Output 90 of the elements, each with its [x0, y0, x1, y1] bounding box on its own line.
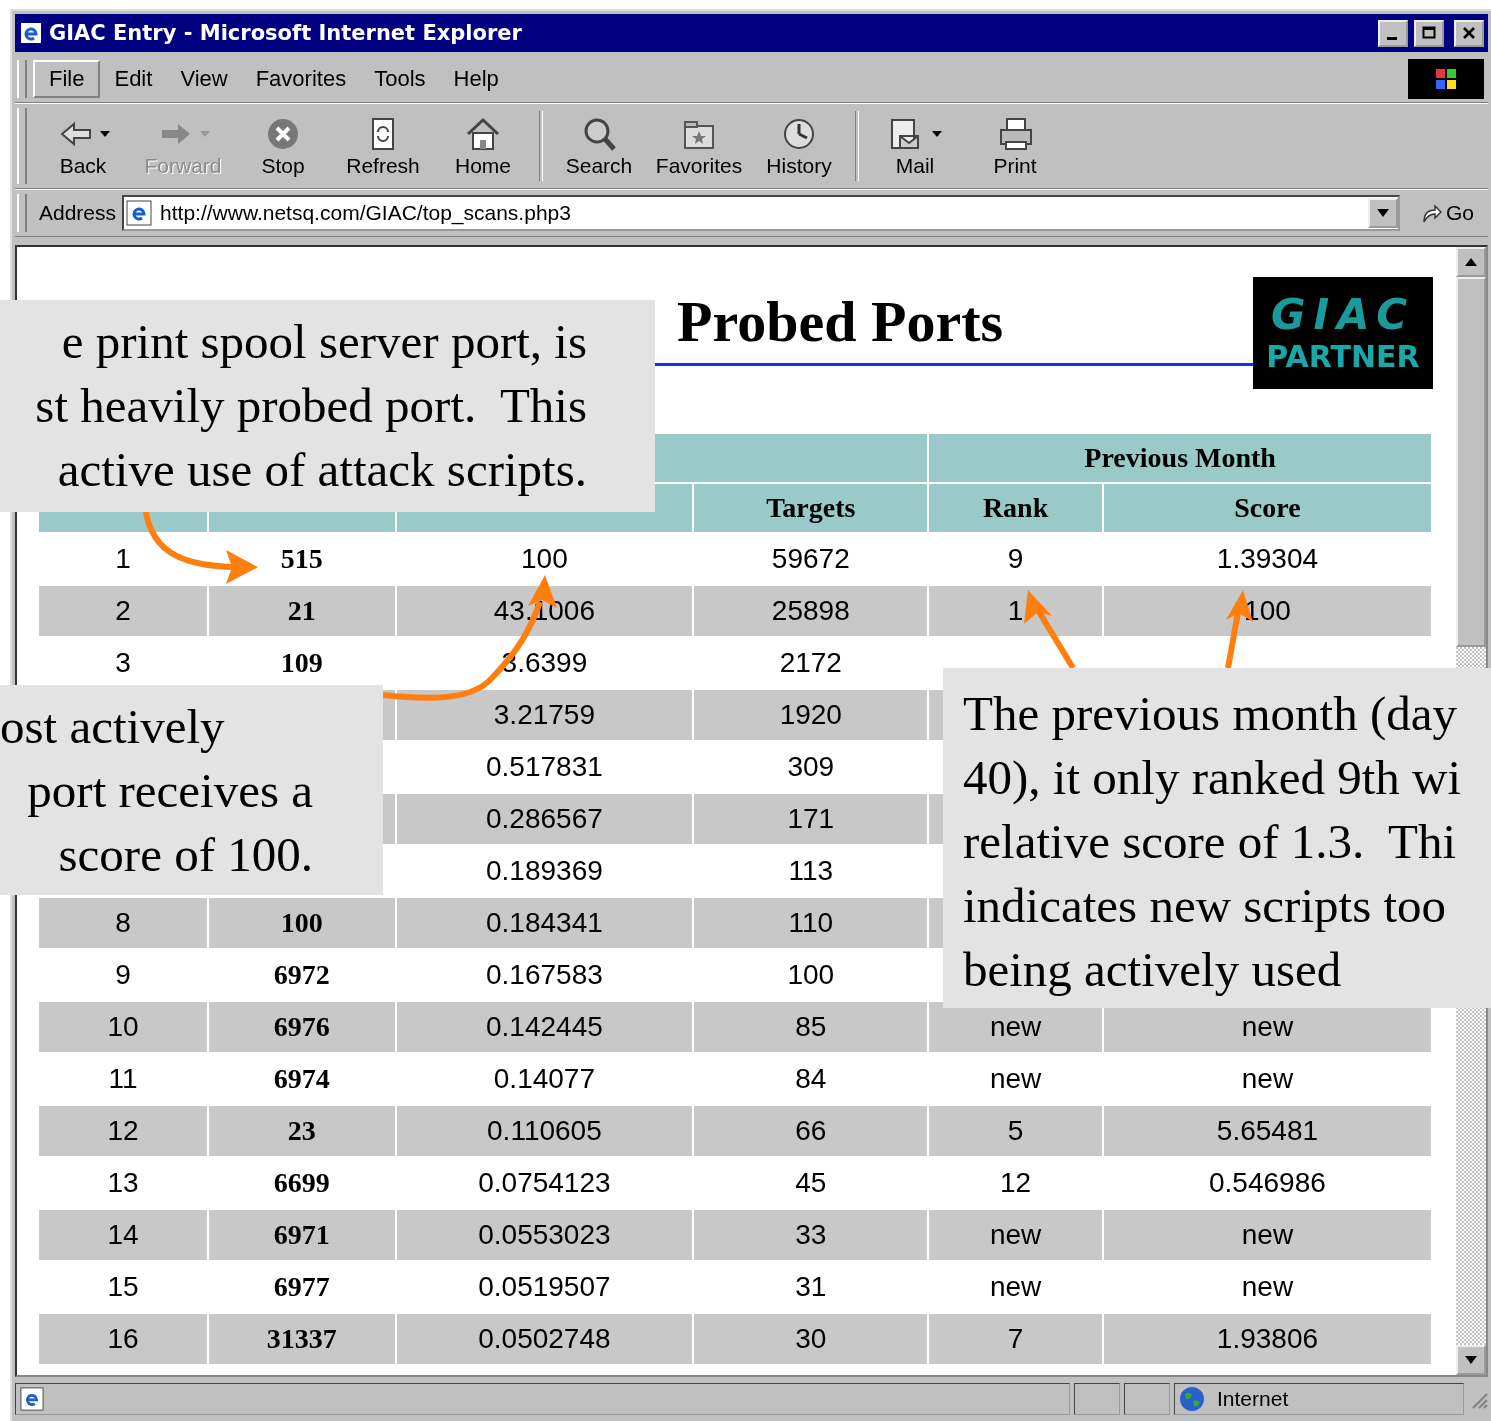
- page-icon: [126, 200, 153, 226]
- table-cell: 25898: [694, 586, 928, 636]
- status-pane: [1124, 1383, 1170, 1415]
- table-cell: 31337: [209, 1314, 395, 1364]
- table-cell: 0.286567: [396, 794, 693, 844]
- table-cell: 21: [209, 586, 395, 636]
- scroll-thumb[interactable]: [1456, 277, 1486, 647]
- arrow-icon: [1420, 202, 1442, 224]
- table-cell: 23: [209, 1106, 395, 1156]
- toolbar-grip[interactable]: [17, 60, 27, 98]
- table-cell: 0.110605: [396, 1106, 693, 1156]
- toolbar-grip[interactable]: [17, 194, 27, 232]
- toolbar-grip[interactable]: [17, 108, 27, 184]
- table-cell: 0.142445: [396, 1002, 693, 1052]
- page-title: Probed Ports: [677, 288, 1004, 356]
- table-cell: 14: [39, 1210, 208, 1260]
- toolbar-button[interactable]: Stop: [233, 114, 333, 178]
- table-cell: 5: [929, 1106, 1102, 1156]
- windows-logo-icon: [1408, 59, 1484, 99]
- menu-item[interactable]: Tools: [360, 62, 440, 96]
- maximize-icon: [1421, 25, 1437, 41]
- toolbar-button[interactable]: History: [749, 114, 849, 178]
- toolbar-button[interactable]: Mail: [865, 114, 965, 178]
- table-cell: 33: [694, 1210, 928, 1260]
- status-pane: [1074, 1383, 1120, 1415]
- go-button[interactable]: Go: [1406, 201, 1488, 225]
- table-cell: 0.0553023: [396, 1210, 693, 1260]
- dropdown-button[interactable]: [1368, 198, 1398, 228]
- table-cell: 6971: [209, 1210, 395, 1260]
- menu-item[interactable]: View: [166, 62, 242, 96]
- browser-icon: [19, 21, 43, 45]
- zone-label: Internet: [1217, 1387, 1289, 1411]
- toolbar-button[interactable]: Favorites: [649, 114, 749, 178]
- dropdown-caret-icon: [200, 131, 210, 137]
- page-icon: [20, 1387, 44, 1411]
- table-cell: 171: [694, 794, 928, 844]
- table-cell: 1: [929, 586, 1102, 636]
- toolbar-button[interactable]: Refresh: [333, 114, 433, 178]
- column-header: Rank: [929, 484, 1102, 532]
- down-arrow-icon: [1465, 1356, 1477, 1364]
- table-cell: 110: [694, 898, 928, 948]
- table-cell: new: [929, 1210, 1102, 1260]
- close-button[interactable]: [1454, 19, 1484, 47]
- table-cell: 12: [39, 1106, 208, 1156]
- menu-item[interactable]: Favorites: [241, 62, 361, 96]
- dropdown-caret-icon: [932, 131, 942, 137]
- scroll-up-button[interactable]: [1456, 247, 1486, 277]
- minimize-icon: [1386, 36, 1397, 40]
- column-header: Targets: [694, 484, 928, 532]
- table-cell: new: [1103, 1210, 1431, 1260]
- toolbar-button[interactable]: Back: [33, 114, 133, 178]
- menu-item[interactable]: File: [33, 60, 101, 98]
- table-cell: 1920: [694, 690, 928, 740]
- address-field[interactable]: http://www.netsq.com/GIAC/top_scans.php3: [122, 195, 1400, 231]
- table-cell: 66: [694, 1106, 928, 1156]
- table-cell: 16: [39, 1314, 208, 1364]
- menu-item[interactable]: Help: [439, 62, 513, 96]
- close-icon: [1461, 25, 1477, 41]
- callout-note: e print spool server port, is st heavily probed port. This active use of attack scripts.: [0, 300, 655, 512]
- table-cell: 8: [39, 898, 208, 948]
- partner-logo: GIAC PARTNER: [1253, 277, 1433, 389]
- callout-note: ost actively port receives a score of 100.: [0, 685, 383, 895]
- table-cell: 3.21759: [396, 690, 693, 740]
- table-cell: 0.184341: [396, 898, 693, 948]
- callout-note: The previous month (day 40), it only ranked 9th wi relative score of 1.3. Thi indicates new scripts too being actively used: [943, 668, 1491, 1008]
- scroll-down-button[interactable]: [1456, 1345, 1486, 1375]
- table-cell: 100: [209, 898, 395, 948]
- minimize-button[interactable]: [1378, 19, 1408, 47]
- menu-item[interactable]: Edit: [100, 62, 167, 96]
- table-cell: 30: [694, 1314, 928, 1364]
- table-cell: 1.93806: [1103, 1314, 1431, 1364]
- table-cell: 7: [929, 1314, 1102, 1364]
- table-cell: 85: [694, 1002, 928, 1052]
- toolbar-button[interactable]: Home: [433, 114, 533, 178]
- dropdown-caret-icon: [100, 131, 110, 137]
- table-cell: 10: [39, 1002, 208, 1052]
- table-cell: 2: [39, 586, 208, 636]
- table-cell: 6976: [209, 1002, 395, 1052]
- table-cell: 0.0502748: [396, 1314, 693, 1364]
- toolbar-button[interactable]: Search: [549, 114, 649, 178]
- window-title: GIAC Entry - Microsoft Internet Explorer: [49, 21, 522, 45]
- toolbar-button[interactable]: Print: [965, 114, 1065, 178]
- column-header: Score: [1103, 484, 1431, 532]
- column-group-header: Previous Month: [929, 434, 1431, 482]
- globe-icon: [1179, 1386, 1205, 1412]
- address-label: Address: [39, 201, 117, 225]
- table-cell: 5.65481: [1103, 1106, 1431, 1156]
- up-arrow-icon: [1465, 258, 1477, 266]
- caret-icon: [1377, 209, 1389, 217]
- maximize-button[interactable]: [1414, 19, 1444, 47]
